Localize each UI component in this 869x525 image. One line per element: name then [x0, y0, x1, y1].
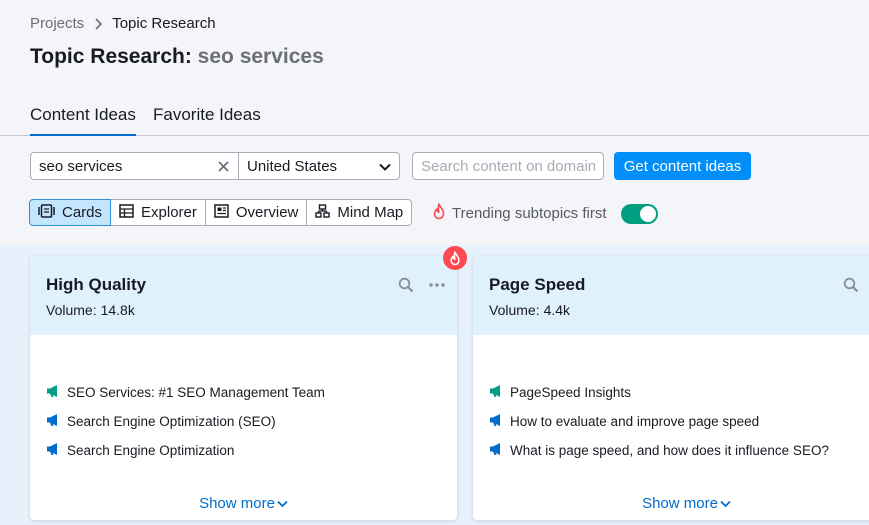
show-more-link[interactable]: Show more	[473, 495, 869, 512]
trending-toggle-row: Trending subtopics first	[432, 203, 658, 224]
view-cards-button[interactable]: Cards	[29, 199, 112, 226]
megaphone-icon	[46, 384, 60, 401]
idea-item[interactable]: PageSpeed Insights	[489, 378, 829, 407]
overview-icon	[214, 203, 229, 222]
chevron-down-icon	[379, 158, 391, 175]
card-volume-label: Volume:	[46, 302, 97, 318]
tab-bar: Content Ideas Favorite Ideas	[0, 105, 869, 136]
country-select-value: United States	[247, 157, 338, 175]
idea-text: Search Engine Optimization	[67, 443, 235, 458]
chevron-down-icon	[275, 495, 288, 512]
table-icon	[119, 203, 134, 222]
view-overview-button[interactable]: Overview	[204, 199, 308, 226]
idea-text: How to evaluate and improve page speed	[510, 414, 760, 429]
idea-item[interactable]: What is page speed, and how does it infl…	[489, 436, 829, 465]
card-title: Page Speed	[489, 275, 586, 294]
topic-card: Page Speed Volume: 4.4k PageSpeed Insight…	[473, 256, 869, 520]
card-volume: Volume: 4.4k	[489, 302, 570, 318]
view-mind-map-button[interactable]: Mind Map	[306, 199, 413, 226]
get-content-ideas-button[interactable]: Get content ideas	[614, 152, 751, 180]
card-volume: Volume: 14.8k	[46, 302, 135, 318]
show-more-label: Show more	[199, 495, 275, 512]
megaphone-icon	[46, 442, 60, 459]
megaphone-icon	[489, 442, 503, 459]
tab-content-ideas[interactable]: Content Ideas	[30, 105, 136, 136]
page-title: Topic Research: seo services	[30, 45, 324, 69]
mind-map-icon	[315, 203, 331, 222]
idea-text: PageSpeed Insights	[510, 385, 631, 400]
keyword-search-box: United States	[30, 152, 400, 180]
megaphone-icon	[489, 413, 503, 430]
view-switcher: Cards Explorer Overview Mind Map	[29, 199, 413, 226]
breadcrumb-current: Topic Research	[112, 15, 216, 32]
cards-area: High Quality Volume: 14.8k SEO Services: …	[0, 245, 869, 525]
card-volume-label: Volume:	[489, 302, 540, 318]
page-header: Projects Topic Research Topic Research: …	[0, 0, 869, 245]
card-title: High Quality	[46, 275, 147, 294]
idea-text: SEO Services: #1 SEO Management Team	[67, 385, 325, 400]
page-title-prefix: Topic Research:	[30, 45, 192, 68]
megaphone-icon	[489, 384, 503, 401]
fire-icon	[432, 203, 446, 224]
card-header: High Quality Volume: 14.8k	[30, 256, 457, 335]
more-options-icon[interactable]	[428, 277, 446, 293]
topic-card: High Quality Volume: 14.8k SEO Services: …	[30, 246, 467, 520]
view-explorer-label: Explorer	[141, 204, 197, 221]
page-title-keyword: seo services	[197, 45, 324, 68]
idea-text: What is page speed, and how does it infl…	[510, 443, 829, 458]
idea-item[interactable]: Search Engine Optimization (SEO)	[46, 407, 325, 436]
idea-item[interactable]: SEO Services: #1 SEO Management Team	[46, 378, 325, 407]
keyword-input[interactable]	[31, 153, 209, 179]
breadcrumb-projects-link[interactable]: Projects	[30, 15, 84, 32]
cards-icon	[38, 203, 55, 222]
idea-text: Search Engine Optimization (SEO)	[67, 414, 276, 429]
view-cards-label: Cards	[62, 204, 103, 221]
trending-label: Trending subtopics first	[452, 205, 607, 222]
clear-icon[interactable]	[209, 153, 239, 179]
idea-item[interactable]: How to evaluate and improve page speed	[489, 407, 829, 436]
breadcrumb: Projects Topic Research	[30, 15, 216, 32]
show-more-label: Show more	[642, 495, 718, 512]
show-more-link[interactable]: Show more	[30, 495, 457, 512]
search-icon[interactable]	[843, 277, 859, 293]
tab-favorite-ideas[interactable]: Favorite Ideas	[153, 105, 261, 136]
trending-fire-badge	[443, 246, 467, 270]
view-explorer-button[interactable]: Explorer	[110, 199, 206, 226]
domain-search-input[interactable]	[412, 152, 604, 180]
chevron-down-icon	[718, 495, 731, 512]
search-icon[interactable]	[398, 277, 414, 293]
country-select[interactable]: United States	[239, 153, 399, 179]
trending-toggle[interactable]	[620, 203, 658, 224]
idea-list: PageSpeed Insights How to evaluate and i…	[489, 378, 829, 465]
view-mind-map-label: Mind Map	[337, 204, 404, 221]
view-overview-label: Overview	[235, 204, 299, 221]
idea-list: SEO Services: #1 SEO Management Team Sea…	[46, 378, 325, 465]
card-volume-value: 14.8k	[100, 302, 135, 318]
card-header: Page Speed Volume: 4.4k	[473, 256, 869, 335]
toggle-knob	[639, 205, 656, 222]
chevron-right-icon	[94, 17, 103, 30]
card-volume-value: 4.4k	[543, 302, 571, 318]
idea-item[interactable]: Search Engine Optimization	[46, 436, 325, 465]
megaphone-icon	[46, 413, 60, 430]
